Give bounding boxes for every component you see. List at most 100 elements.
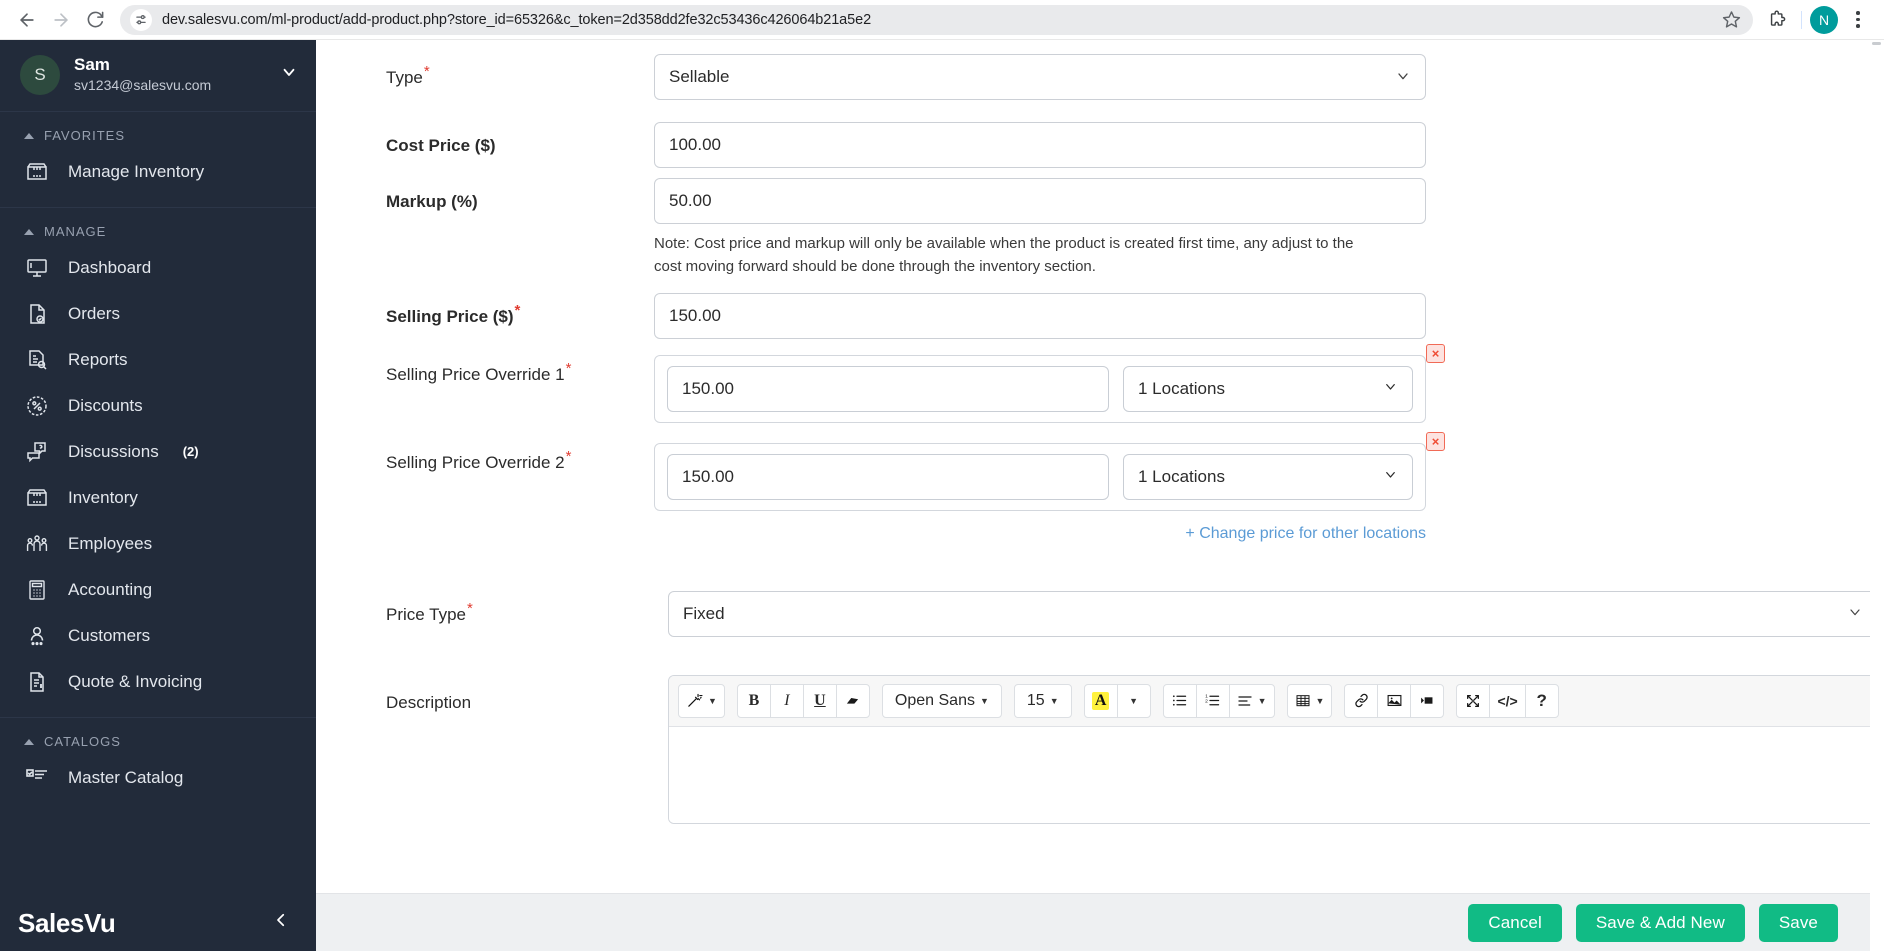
chevron-left-icon[interactable] <box>272 911 290 935</box>
unordered-list-icon[interactable] <box>1162 683 1197 718</box>
selling-price-label: Selling Price ($)* <box>386 293 654 327</box>
markup-note: Note: Cost price and markup will only be… <box>654 235 1354 276</box>
chat-question-icon <box>24 439 50 465</box>
forward-arrow-icon[interactable] <box>44 3 78 37</box>
scrollbar-thumb[interactable] <box>1872 42 1881 45</box>
override-1-location-value: 1 Locations <box>1138 378 1225 398</box>
font-family-select[interactable]: Open Sans ▼ <box>881 683 1002 718</box>
save-and-add-new-button[interactable]: Save & Add New <box>1575 903 1745 942</box>
sidebar-item-customers[interactable]: Customers <box>0 613 316 659</box>
cost-price-label: Cost Price ($) <box>386 136 496 155</box>
type-select[interactable]: Sellable <box>654 54 1426 100</box>
underline-icon[interactable]: U <box>802 683 837 718</box>
override-2-price-input[interactable]: 150.00 <box>667 453 1109 500</box>
change-price-other-locations-link[interactable]: + Change price for other locations <box>654 525 1426 543</box>
chevron-down-icon: ▼ <box>979 695 989 706</box>
chevron-down-icon[interactable] <box>280 63 298 86</box>
chevron-down-icon: ▼ <box>1129 695 1139 706</box>
image-icon[interactable] <box>1377 683 1412 718</box>
sidebar-item-reports[interactable]: Reports <box>0 337 316 383</box>
reload-icon[interactable] <box>78 3 112 37</box>
video-icon[interactable] <box>1410 683 1445 718</box>
link-icon[interactable] <box>1344 683 1379 718</box>
app-root: S Sam sv1234@salesvu.com FAVORITES Manag… <box>0 40 1884 951</box>
page-scrollbar[interactable] <box>1870 40 1884 951</box>
person-icon <box>24 623 50 649</box>
sidebar-item-inventory[interactable]: Inventory <box>0 475 316 521</box>
toolbar-divider <box>1801 10 1802 29</box>
sidebar-item-manage-inventory[interactable]: Manage Inventory <box>0 149 316 195</box>
sidebar-item-accounting[interactable]: Accounting <box>0 567 316 613</box>
ordered-list-icon[interactable]: 12 <box>1195 683 1230 718</box>
sidebar-item-orders[interactable]: Orders <box>0 291 316 337</box>
address-bar[interactable]: dev.salesvu.com/ml-product/add-product.p… <box>120 4 1753 35</box>
editor-group-lists: 12 ▼ <box>1162 683 1275 718</box>
salesvu-logo: SalesVu <box>18 907 116 938</box>
sidebar-section-favorites[interactable]: FAVORITES <box>0 112 316 149</box>
fullscreen-icon[interactable] <box>1456 683 1491 718</box>
delete-x-icon[interactable]: × <box>1426 431 1445 451</box>
sidebar-user-card[interactable]: S Sam sv1234@salesvu.com <box>0 40 316 113</box>
delete-x-icon[interactable]: × <box>1426 343 1445 363</box>
puzzle-icon[interactable] <box>1761 4 1793 36</box>
table-icon[interactable]: ▼ <box>1286 683 1333 718</box>
sidebar-item-master-catalog[interactable]: Master Catalog <box>0 755 316 801</box>
sidebar-item-label: Dashboard <box>68 257 152 277</box>
sidebar-item-employees[interactable]: Employees <box>0 521 316 567</box>
selling-price-input[interactable]: 150.00 <box>654 292 1426 339</box>
field-row-price-type: Price Type* Fixed <box>386 590 1878 637</box>
override-2-location-select[interactable]: 1 Locations <box>1123 453 1413 500</box>
site-settings-icon[interactable] <box>130 8 152 31</box>
font-size-select[interactable]: 15 ▼ <box>1013 683 1072 718</box>
chevron-down-icon <box>1847 604 1863 623</box>
invoice-document-icon <box>24 669 50 695</box>
chevron-down-icon: ▼ <box>1257 695 1267 706</box>
editor-group-size: 15 ▼ <box>1013 683 1072 718</box>
sidebar-item-quote-invoicing[interactable]: Quote & Invoicing <box>0 659 316 705</box>
price-type-select[interactable]: Fixed <box>668 590 1878 637</box>
required-asterisk: * <box>565 447 572 465</box>
sidebar-footer: SalesVu <box>0 895 316 951</box>
back-arrow-icon[interactable] <box>10 3 44 37</box>
color-dropdown-icon[interactable]: ▼ <box>1116 683 1151 718</box>
override-1-price-input[interactable]: 150.00 <box>667 365 1109 412</box>
monitor-icon <box>24 255 50 281</box>
italic-icon[interactable]: I <box>769 683 804 718</box>
editor-group-color: A ▼ <box>1083 683 1151 718</box>
star-icon[interactable] <box>1722 10 1741 29</box>
cost-price-input[interactable]: 100.00 <box>654 122 1426 168</box>
field-row-override-1: Selling Price Override 1* × 150.00 1 Loc… <box>386 343 1824 423</box>
override-1-label: Selling Price Override 1* <box>386 351 654 385</box>
editor-group-table: ▼ <box>1286 683 1333 718</box>
sidebar-section-label: CATALOGS <box>44 734 121 750</box>
code-view-icon[interactable]: </> <box>1489 683 1526 718</box>
description-textarea[interactable] <box>669 726 1877 823</box>
user-name: Sam <box>74 55 110 74</box>
required-asterisk: * <box>467 599 473 617</box>
paragraph-align-icon[interactable]: ▼ <box>1228 683 1275 718</box>
sidebar-item-dashboard[interactable]: Dashboard <box>0 245 316 291</box>
profile-avatar[interactable]: N <box>1810 5 1838 34</box>
text-color-icon[interactable]: A <box>1083 683 1118 718</box>
bold-icon[interactable]: B <box>736 683 771 718</box>
markup-input[interactable]: 50.00 <box>654 178 1426 224</box>
selling-price-label-text: Selling Price ($) <box>386 306 514 326</box>
eraser-icon[interactable] <box>835 683 870 718</box>
kebab-menu-icon[interactable] <box>1842 4 1874 36</box>
markup-label: Markup (%) <box>386 192 478 211</box>
field-row-selling-price: Selling Price ($)* 150.00 <box>386 292 1824 339</box>
sidebar-section-catalogs[interactable]: CATALOGS <box>0 718 316 755</box>
help-icon[interactable]: ? <box>1524 683 1559 718</box>
sidebar-item-discounts[interactable]: Discounts <box>0 383 316 429</box>
url-text: dev.salesvu.com/ml-product/add-product.p… <box>162 11 872 28</box>
sidebar-item-discussions[interactable]: Discussions (2) <box>0 429 316 475</box>
cancel-button[interactable]: Cancel <box>1468 903 1562 942</box>
type-value: Sellable <box>669 67 730 86</box>
magic-wand-icon[interactable]: ▼ <box>678 683 725 718</box>
sidebar-item-label: Reports <box>68 349 128 369</box>
save-button[interactable]: Save <box>1758 903 1838 942</box>
override-1-location-select[interactable]: 1 Locations <box>1123 365 1413 412</box>
chevron-down-icon: ▼ <box>1315 695 1325 706</box>
sidebar-section-manage[interactable]: MANAGE <box>0 208 316 245</box>
sidebar-item-label: Accounting <box>68 579 153 599</box>
